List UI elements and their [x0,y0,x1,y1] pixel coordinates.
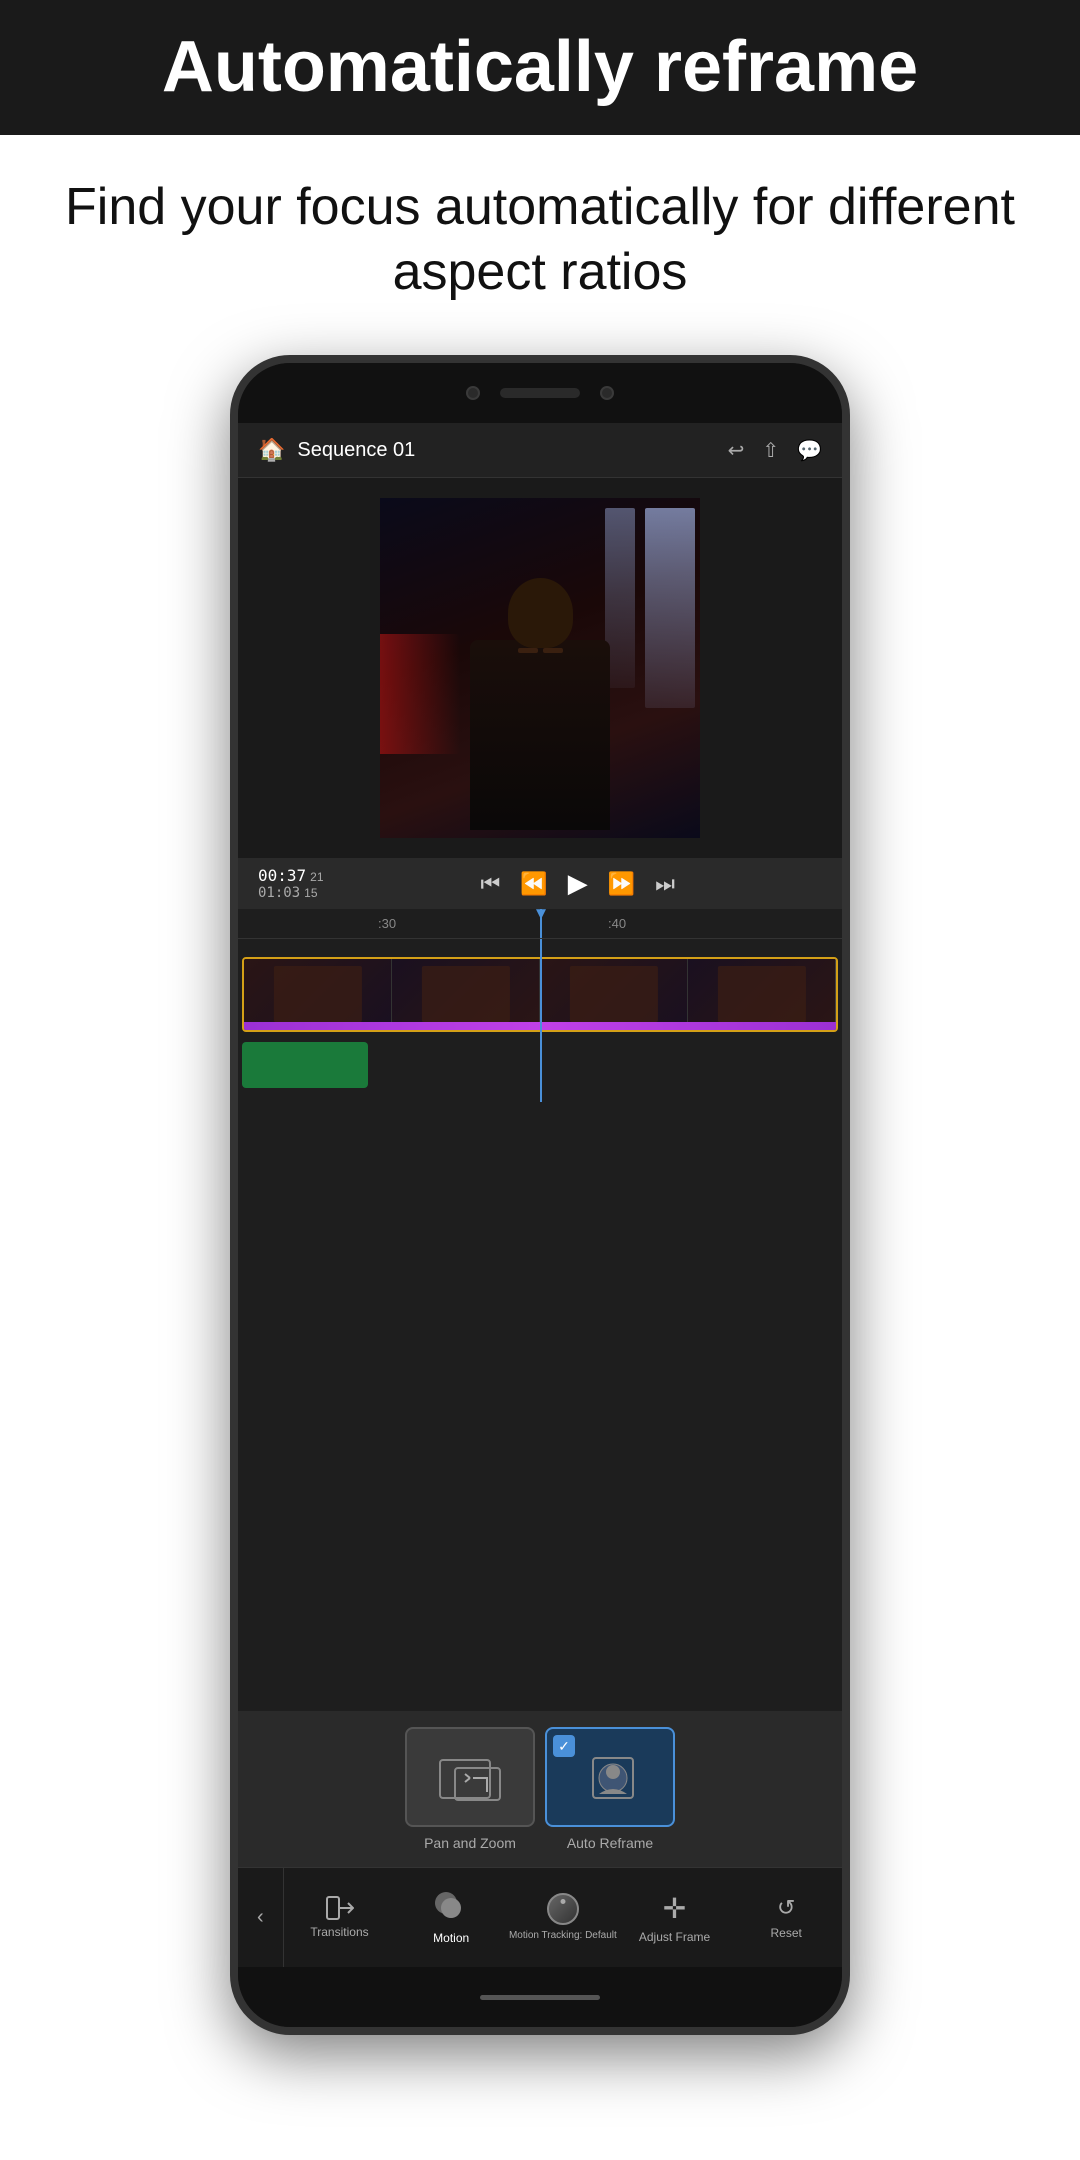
timeline-area: :30 :40 [238,909,842,1711]
video-lights-1 [645,508,695,708]
top-bar-icons: ↩ ⇧ 💬 [728,438,822,463]
home-indicator [480,1995,600,2000]
toolbar-motion-button[interactable]: Motion [395,1868,507,1967]
timecode-bar: 00:37 21 01:03 15 ⏮ ⏪ ▶ ⏩ ⏭ [238,858,842,909]
motion-icon-container [433,1890,469,1926]
green-track[interactable] [242,1042,368,1088]
pan-zoom-label: Pan and Zoom [424,1835,516,1851]
share-icon[interactable]: ⇧ [762,438,779,463]
playback-controls: ⏮ ⏪ ▶ ⏩ ⏭ [334,868,822,899]
timecode-frames-current: 21 [310,870,323,884]
bottom-toolbar: ‹ Transitions Motion [238,1867,842,1967]
toolbar-motion-tracking-button[interactable]: Motion Tracking: Default [507,1868,619,1967]
phone-device: 🏠 Sequence 01 ↩ ⇧ 💬 [230,355,850,2035]
reset-label: Reset [771,1926,802,1940]
person-container [465,578,615,838]
reset-icon: ↺ [777,1895,795,1921]
step-back-button[interactable]: ⏪ [520,871,547,897]
timeline-playhead [540,909,542,938]
timecode-current: 00:37 [258,866,306,885]
tracks-section [238,939,842,1102]
timeline-ruler: :30 :40 [238,909,842,939]
phone-bezel-top [238,363,842,423]
thumb-4 [688,959,836,1022]
ruler-mark-30: :30 [378,916,396,931]
app-screen: 🏠 Sequence 01 ↩ ⇧ 💬 [238,423,842,1967]
home-icon[interactable]: 🏠 [258,437,285,463]
person-head [508,578,573,648]
auto-reframe-icon [575,1750,645,1805]
pan-zoom-icon [435,1750,505,1805]
video-preview [238,478,842,858]
motion-label: Motion [433,1931,469,1945]
timecode-left: 00:37 21 01:03 15 [258,866,324,901]
phone-wrapper: 🏠 Sequence 01 ↩ ⇧ 💬 [0,355,1080,2035]
phone-bezel-bottom [238,1967,842,2027]
pan-zoom-box[interactable] [405,1727,535,1827]
video-thumbnail [380,498,700,838]
top-bar: 🏠 Sequence 01 ↩ ⇧ 💬 [238,423,842,478]
transitions-label: Transitions [310,1925,368,1939]
thumb-person-3 [569,966,657,1023]
toolbar-transitions-button[interactable]: Transitions [284,1868,396,1967]
timecode-total-row: 01:03 15 [258,885,324,901]
thumb-person-2 [421,966,509,1023]
header-title: Automatically reframe [40,28,1040,107]
toolbar-back-button[interactable]: ‹ [238,1868,284,1967]
timecode-frames-total: 15 [304,886,317,900]
auto-reframe-label: Auto Reframe [567,1835,653,1851]
adjust-frame-icon: ✛ [663,1892,686,1925]
transitions-icon [326,1896,354,1920]
playhead-indicator [536,909,546,919]
step-forward-button[interactable]: ⏩ [608,871,635,897]
motion-tracking-icon [547,1893,579,1925]
ruler-mark-40: :40 [608,916,626,931]
knob-dot [560,1899,565,1904]
skip-to-start-button[interactable]: ⏮ [481,871,501,897]
timecode-total: 01:03 [258,885,300,901]
person-body [470,640,610,830]
phone-speaker [500,388,580,398]
effects-panel: Pan and Zoom ✓ [238,1711,842,1867]
header-banner: Automatically reframe [0,0,1080,135]
front-sensor [600,386,614,400]
effects-items: Pan and Zoom ✓ [254,1727,826,1851]
motion-tracking-label: Motion Tracking: Default [509,1930,617,1942]
auto-reframe-checkmark: ✓ [553,1735,575,1757]
subtitle-text: Find your focus automatically for differ… [0,135,1080,325]
play-button[interactable]: ▶ [568,868,588,899]
adjust-frame-label: Adjust Frame [639,1930,710,1944]
motion-circle-front [441,1898,461,1918]
auto-reframe-box[interactable]: ✓ [545,1727,675,1827]
pan-zoom-item[interactable]: Pan and Zoom [405,1727,535,1851]
skip-to-end-button[interactable]: ⏭ [655,871,675,897]
thumb-person-4 [717,966,805,1023]
thumb-2 [392,959,540,1022]
toolbar-reset-button[interactable]: ↺ Reset [730,1868,842,1967]
glasses-right [543,648,563,653]
thumb-person-1 [273,966,361,1023]
red-neon [380,634,460,754]
back-chevron-icon[interactable]: ‹ [257,1906,264,1929]
glasses-left [518,648,538,653]
chat-icon[interactable]: 💬 [797,438,822,463]
playhead-line [540,939,542,1102]
thumb-1 [244,959,392,1022]
sequence-title: Sequence 01 [297,439,715,462]
front-camera [466,386,480,400]
toolbar-adjust-frame-button[interactable]: ✛ Adjust Frame [619,1868,731,1967]
auto-reframe-item[interactable]: ✓ Auto Reframe [545,1727,675,1851]
timecode-current-row: 00:37 21 [258,866,324,885]
thumb-3 [540,959,688,1022]
undo-icon[interactable]: ↩ [728,438,745,463]
